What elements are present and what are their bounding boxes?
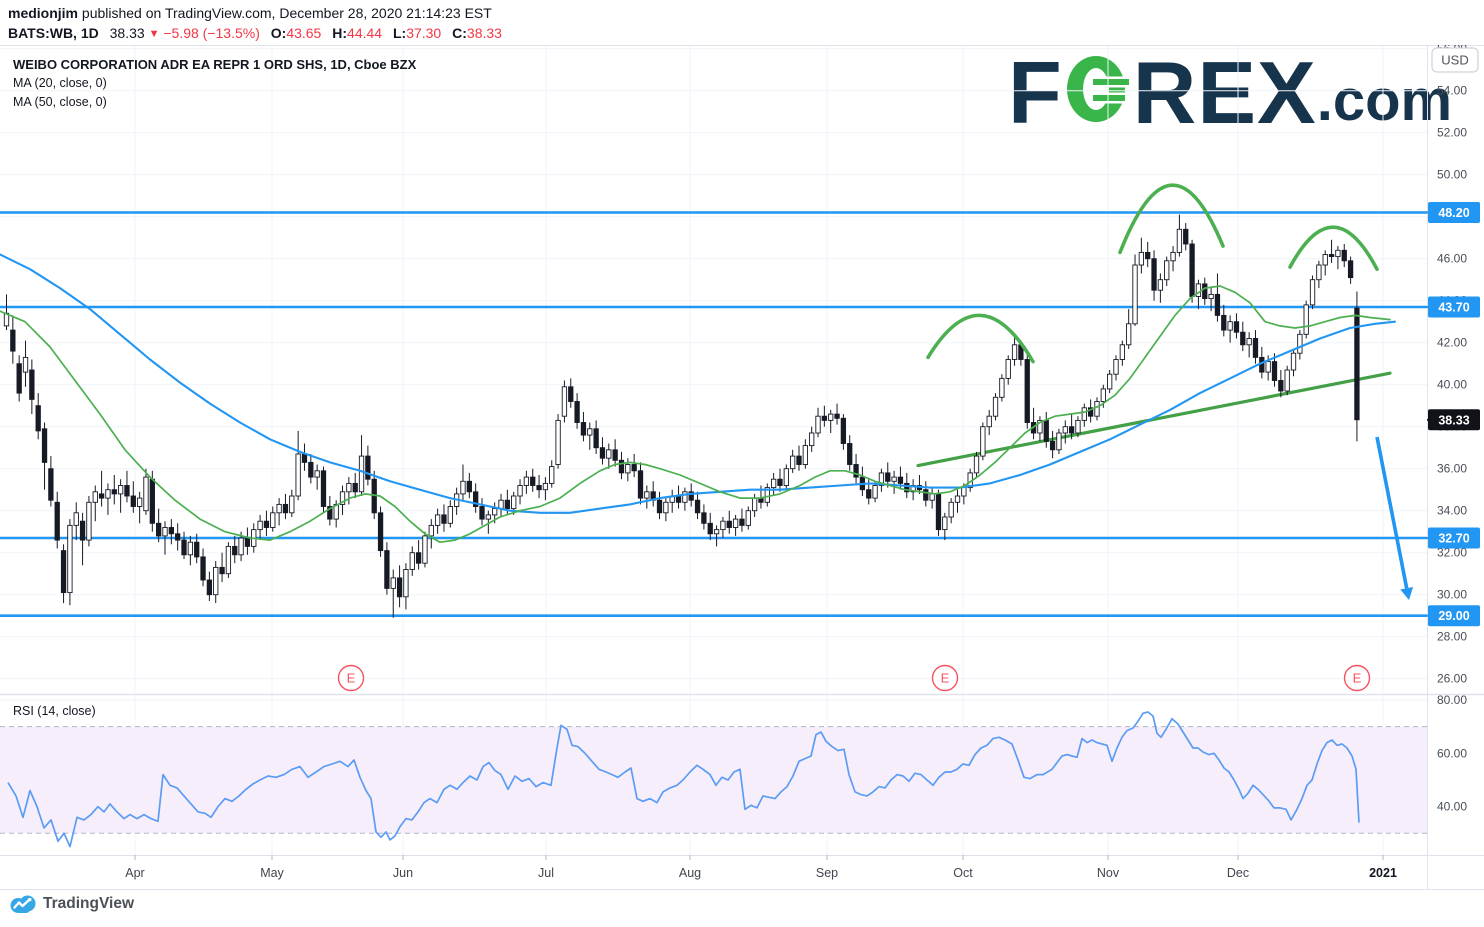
close-value: 38.33 [467, 25, 502, 41]
svg-text:42.00: 42.00 [1437, 336, 1467, 350]
rsi-legend[interactable]: RSI (14, close) [13, 704, 96, 718]
svg-text:E: E [347, 671, 356, 686]
tradingview-cloud-icon [10, 894, 36, 914]
header: medionjim published on TradingView.com, … [0, 0, 1484, 45]
open-value: 43.65 [286, 25, 321, 41]
svg-text:38.33: 38.33 [1438, 413, 1469, 427]
svg-text:34.00: 34.00 [1437, 504, 1467, 518]
svg-text:40.00: 40.00 [1437, 800, 1467, 814]
price-axis[interactable]: 56.0054.0052.0050.0046.0044.0042.0040.00… [1427, 42, 1480, 814]
svg-text:E: E [1353, 671, 1362, 686]
high-label: H: [332, 25, 347, 41]
open-label: O: [271, 25, 287, 41]
byline: medionjim published on TradingView.com, … [8, 5, 492, 21]
ma20-legend[interactable]: MA (20, close, 0) [13, 76, 416, 90]
svg-text:May: May [260, 866, 284, 880]
high-value: 44.44 [347, 25, 382, 41]
chart-legend: WEIBO CORPORATION ADR EA REPR 1 ORD SHS,… [13, 57, 416, 114]
svg-text:54.00: 54.00 [1437, 84, 1467, 98]
svg-text:80.00: 80.00 [1437, 693, 1467, 707]
svg-text:36.00: 36.00 [1437, 462, 1467, 476]
down-arrow-annotation[interactable] [1377, 437, 1413, 600]
down-triangle-icon: ▼ [149, 28, 160, 40]
svg-text:43.70: 43.70 [1438, 301, 1469, 315]
close-label: C: [452, 25, 467, 41]
tradingview-logo-text: TradingView [43, 895, 134, 913]
svg-text:USD: USD [1441, 53, 1468, 68]
byline-username: medionjim [8, 5, 78, 21]
chart-canvas[interactable]: EEE56.0054.0052.0050.0046.0044.0042.0040… [0, 0, 1484, 927]
svg-text:Oct: Oct [953, 866, 973, 880]
symbol-status-row: BATS:WB, 1D 38.33 ▼ −5.98 (−13.5%) O:43.… [8, 25, 502, 41]
svg-text:Jun: Jun [393, 866, 413, 880]
svg-text:Nov: Nov [1097, 866, 1120, 880]
svg-text:Apr: Apr [125, 866, 144, 880]
instrument-title[interactable]: WEIBO CORPORATION ADR EA REPR 1 ORD SHS,… [13, 57, 416, 72]
svg-text:40.00: 40.00 [1437, 378, 1467, 392]
svg-text:32.70: 32.70 [1438, 532, 1469, 546]
svg-text:Dec: Dec [1227, 866, 1249, 880]
svg-text:52.00: 52.00 [1437, 126, 1467, 140]
tradingview-logo[interactable]: TradingView [10, 894, 134, 914]
low-value: 37.30 [406, 25, 441, 41]
svg-text:60.00: 60.00 [1437, 746, 1467, 760]
byline-text: published on TradingView.com, December 2… [78, 5, 492, 21]
low-label: L: [393, 25, 406, 41]
svg-text:Aug: Aug [679, 866, 701, 880]
svg-text:26.00: 26.00 [1437, 672, 1467, 686]
currency-badge[interactable]: USD [1432, 48, 1478, 72]
time-axis[interactable]: Apr May Jun Jul Aug Sep Oct Nov Dec 2021 [125, 855, 1397, 880]
svg-text:46.00: 46.00 [1437, 252, 1467, 266]
svg-text:29.00: 29.00 [1438, 609, 1469, 623]
svg-text:Sep: Sep [816, 866, 838, 880]
svg-text:50.00: 50.00 [1437, 168, 1467, 182]
ma50-line [0, 255, 1395, 513]
svg-text:E: E [941, 671, 950, 686]
price-levels[interactable] [0, 212, 1427, 615]
symbol-interval[interactable]: BATS:WB, 1D [8, 25, 99, 41]
svg-text:28.00: 28.00 [1437, 630, 1467, 644]
svg-text:Jul: Jul [538, 866, 554, 880]
tradingview-published-chart: EEE56.0054.0052.0050.0046.0044.0042.0040… [0, 0, 1484, 927]
change-value: −5.98 (−13.5%) [163, 25, 260, 41]
ma50-legend[interactable]: MA (50, close, 0) [13, 95, 416, 109]
last-price: 38.33 [110, 25, 145, 41]
svg-text:30.00: 30.00 [1437, 588, 1467, 602]
svg-text:2021: 2021 [1369, 866, 1397, 880]
earnings-markers[interactable]: EEE [339, 666, 1370, 691]
svg-text:48.20: 48.20 [1438, 206, 1469, 220]
